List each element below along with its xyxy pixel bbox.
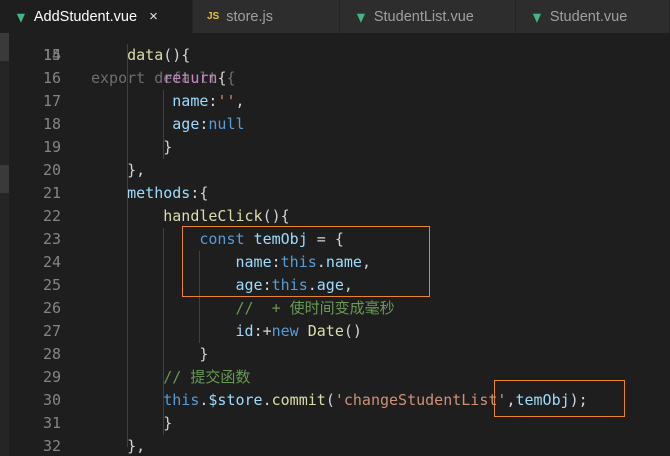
highlight-box-temobj: [182, 226, 430, 297]
code-token: (: [325, 391, 335, 409]
vue-file-icon: ▼: [354, 7, 368, 26]
line-number: 24: [42, 253, 61, 271]
code-token: .: [262, 391, 272, 409]
code-token: :+: [253, 322, 272, 340]
code-line: 27 id:+new Date(): [0, 320, 670, 343]
code-text: methods:{: [91, 182, 208, 205]
line-number: 19: [42, 138, 61, 156]
code-text: },: [91, 435, 145, 456]
code-token: age: [172, 115, 200, 133]
line-number: 29: [42, 368, 61, 386]
code-token: commit: [271, 391, 326, 409]
code-token: handleClick: [163, 207, 263, 225]
line-number: 25: [42, 276, 61, 294]
code-token: },: [127, 161, 146, 179]
code-token: ,: [235, 92, 245, 110]
tab-store-js[interactable]: JS store.js: [193, 0, 340, 33]
code-text: handleClick(){: [91, 205, 290, 228]
code-token: (): [343, 322, 362, 340]
tab-student-vue[interactable]: ▼ Student.vue: [516, 0, 670, 33]
code-text: }: [91, 343, 208, 366]
tab-addstudent-vue[interactable]: ▼ AddStudent.vue ×: [0, 0, 193, 33]
close-tab-icon[interactable]: ×: [149, 8, 158, 25]
line-number: 26: [42, 299, 61, 317]
code-line: 19 }: [0, 136, 670, 159]
code-token: return: [163, 69, 218, 87]
code-token: (){: [163, 46, 191, 64]
code-text: data(){: [91, 44, 190, 67]
line-number: 27: [42, 322, 61, 340]
code-line: 32 },: [0, 435, 670, 456]
indent-guide: [127, 44, 129, 447]
tab-label: StudentList.vue: [373, 8, 474, 25]
code-line: 18 age:null: [0, 113, 670, 136]
code-line: 21 methods:{: [0, 182, 670, 205]
code-text: age:null: [91, 113, 245, 136]
code-text: // 提交函数: [91, 366, 250, 389]
code-text: // + 使时间变成毫秒: [91, 297, 395, 320]
code-token: $store: [208, 391, 263, 409]
code-line: 26 // + 使时间变成毫秒: [0, 297, 670, 320]
line-number: 22: [42, 207, 61, 225]
code-token: id: [235, 322, 254, 340]
code-text: id:+new Date(): [91, 320, 362, 343]
line-number: 32: [42, 437, 61, 455]
code-token: (){: [262, 207, 290, 225]
code-line: 22 handleClick(){: [0, 205, 670, 228]
editor-tab-bar: ▼ AddStudent.vue × JS store.js ▼ Student…: [0, 0, 670, 33]
code-token: Date: [307, 322, 344, 340]
code-token: methods: [127, 184, 191, 202]
line-number: 21: [42, 184, 61, 202]
code-token: 'changeStudentList': [334, 391, 507, 409]
line-number: 17: [42, 92, 61, 110]
line-number: 23: [42, 230, 61, 248]
code-token: {: [217, 69, 227, 87]
tab-label: AddStudent.vue: [33, 8, 138, 25]
code-token: data: [127, 46, 164, 64]
line-number: 31: [42, 414, 61, 432]
code-token: }: [163, 138, 173, 156]
code-token: }: [163, 414, 173, 432]
tab-label: Student.vue: [549, 8, 628, 25]
line-number: 15: [42, 46, 61, 64]
code-line: 28 }: [0, 343, 670, 366]
vue-file-icon: ▼: [530, 7, 544, 26]
code-line: 15 data(){: [0, 44, 670, 67]
code-text: return{: [91, 67, 226, 90]
line-number: 28: [42, 345, 61, 363]
line-number: 20: [42, 161, 61, 179]
indent-guide: [163, 90, 165, 159]
code-text: }: [91, 136, 172, 159]
code-line: 20 },: [0, 159, 670, 182]
code-token: },: [127, 437, 146, 455]
code-token: // + 使时间变成毫秒: [235, 299, 395, 317]
line-number: 18: [42, 115, 61, 133]
code-line: 16 return{: [0, 67, 670, 90]
tab-label: store.js: [226, 8, 273, 25]
code-token: // 提交函数: [163, 368, 251, 386]
code-line-partial: 14 export default {: [0, 33, 670, 87]
vue-file-icon: ▼: [14, 7, 28, 26]
code-token: name: [172, 92, 209, 110]
indent-guide: [163, 228, 165, 435]
code-token: :{: [190, 184, 209, 202]
line-number: 30: [42, 391, 61, 409]
code-text: }: [91, 412, 172, 435]
code-token: new: [271, 322, 299, 340]
code-token: '': [217, 92, 236, 110]
code-text: name:'',: [91, 90, 245, 113]
tab-studentlist-vue[interactable]: ▼ StudentList.vue: [340, 0, 516, 33]
code-token: this: [163, 391, 200, 409]
code-line: 17 name:'',: [0, 90, 670, 113]
code-token: null: [208, 115, 245, 133]
code-text: },: [91, 159, 145, 182]
highlight-box-commit-args: [494, 380, 625, 417]
js-file-icon: JS: [207, 11, 220, 22]
code-token: }: [199, 345, 209, 363]
line-number: 16: [42, 69, 61, 87]
